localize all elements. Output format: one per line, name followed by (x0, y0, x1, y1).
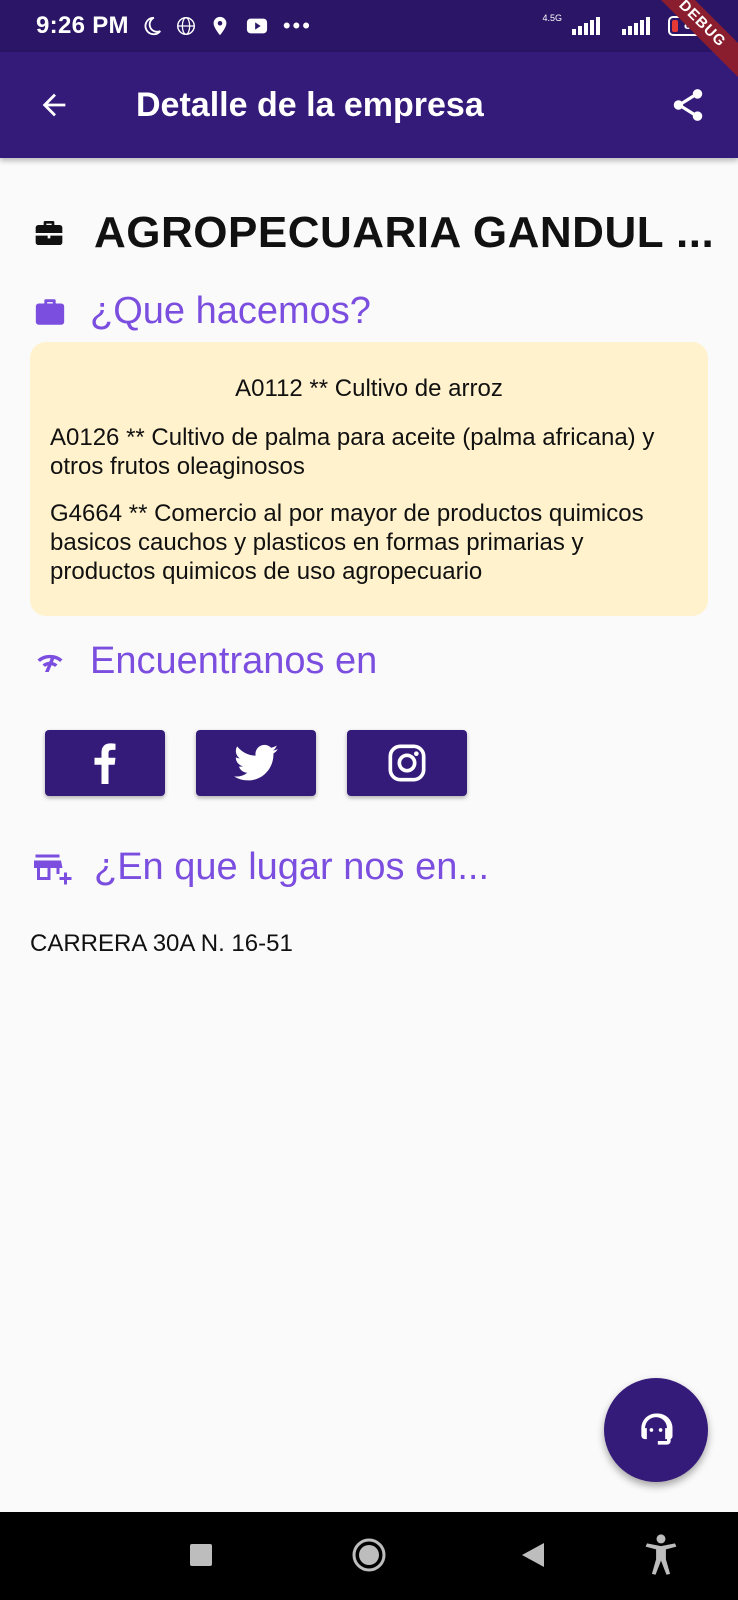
find-us-title: Encuentranos en (90, 640, 378, 682)
share-button[interactable] (666, 83, 710, 127)
accessibility-button[interactable] (644, 1534, 678, 1576)
find-us-heading: Encuentranos en (32, 640, 377, 683)
activities-card: A0112 ** Cultivo de arroz A0126 ** Culti… (30, 342, 708, 616)
arrow-left-icon (42, 93, 66, 117)
share-icon (673, 89, 703, 121)
youtube-icon (246, 18, 267, 34)
signal-strength-icon (572, 17, 600, 35)
work-icon (35, 298, 65, 325)
status-bar: 9:26 PM ••• 4.5G DEBUG (0, 0, 738, 82)
facebook-icon (94, 743, 116, 784)
what-we-do-title: ¿Que hacemos? (90, 290, 371, 332)
what-we-do-heading: ¿Que hacemos? (32, 290, 371, 333)
page-title: Detalle de la empresa (136, 85, 484, 124)
recent-apps-button[interactable] (190, 1544, 212, 1566)
triangle-back-icon (522, 1543, 544, 1567)
location-title: ¿En que lugar nos en... (94, 846, 490, 888)
activity-item: A0112 ** Cultivo de arroz (235, 375, 503, 402)
address-text: CARRERA 30A N. 16-51 (30, 930, 293, 957)
globe-icon (176, 17, 195, 35)
support-agent-icon (641, 1413, 673, 1445)
store-add-icon (34, 854, 72, 884)
activity-item: A0126 ** Cultivo de palma para aceite (p… (50, 424, 655, 480)
moon-icon (144, 16, 161, 36)
accessibility-icon (645, 1534, 677, 1575)
system-nav-bar (0, 1512, 738, 1600)
location-icon (213, 16, 227, 36)
square-icon (190, 1544, 212, 1566)
support-fab[interactable] (604, 1378, 708, 1482)
briefcase-icon (35, 221, 63, 245)
circle-icon (352, 1538, 386, 1572)
back-nav-button[interactable] (522, 1543, 544, 1567)
twitter-icon (234, 744, 278, 781)
status-time: 9:26 PM (36, 12, 129, 39)
more-notifications-icon: ••• (282, 13, 312, 38)
social-links (45, 730, 467, 796)
instagram-button[interactable] (347, 730, 467, 796)
app-bar: Detalle de la empresa (0, 52, 738, 158)
facebook-button[interactable] (45, 730, 165, 796)
instagram-icon (388, 744, 426, 782)
screen: 9:26 PM ••• 4.5G DEBUG Detalle de la emp… (0, 0, 738, 1600)
network-type-label: 4.5G (542, 12, 562, 23)
activity-item: G4664 ** Comercio al por mayor de produc… (50, 500, 644, 585)
back-button[interactable] (34, 85, 74, 125)
company-header: AGROPECUARIA GANDUL ... (32, 208, 714, 258)
home-button[interactable] (352, 1538, 386, 1572)
broadcast-icon (37, 654, 63, 672)
company-name: AGROPECUARIA GANDUL ... (94, 208, 715, 257)
twitter-button[interactable] (196, 730, 316, 796)
signal-strength-icon-2 (622, 17, 650, 35)
location-heading: ¿En que lugar nos en... (32, 846, 489, 889)
